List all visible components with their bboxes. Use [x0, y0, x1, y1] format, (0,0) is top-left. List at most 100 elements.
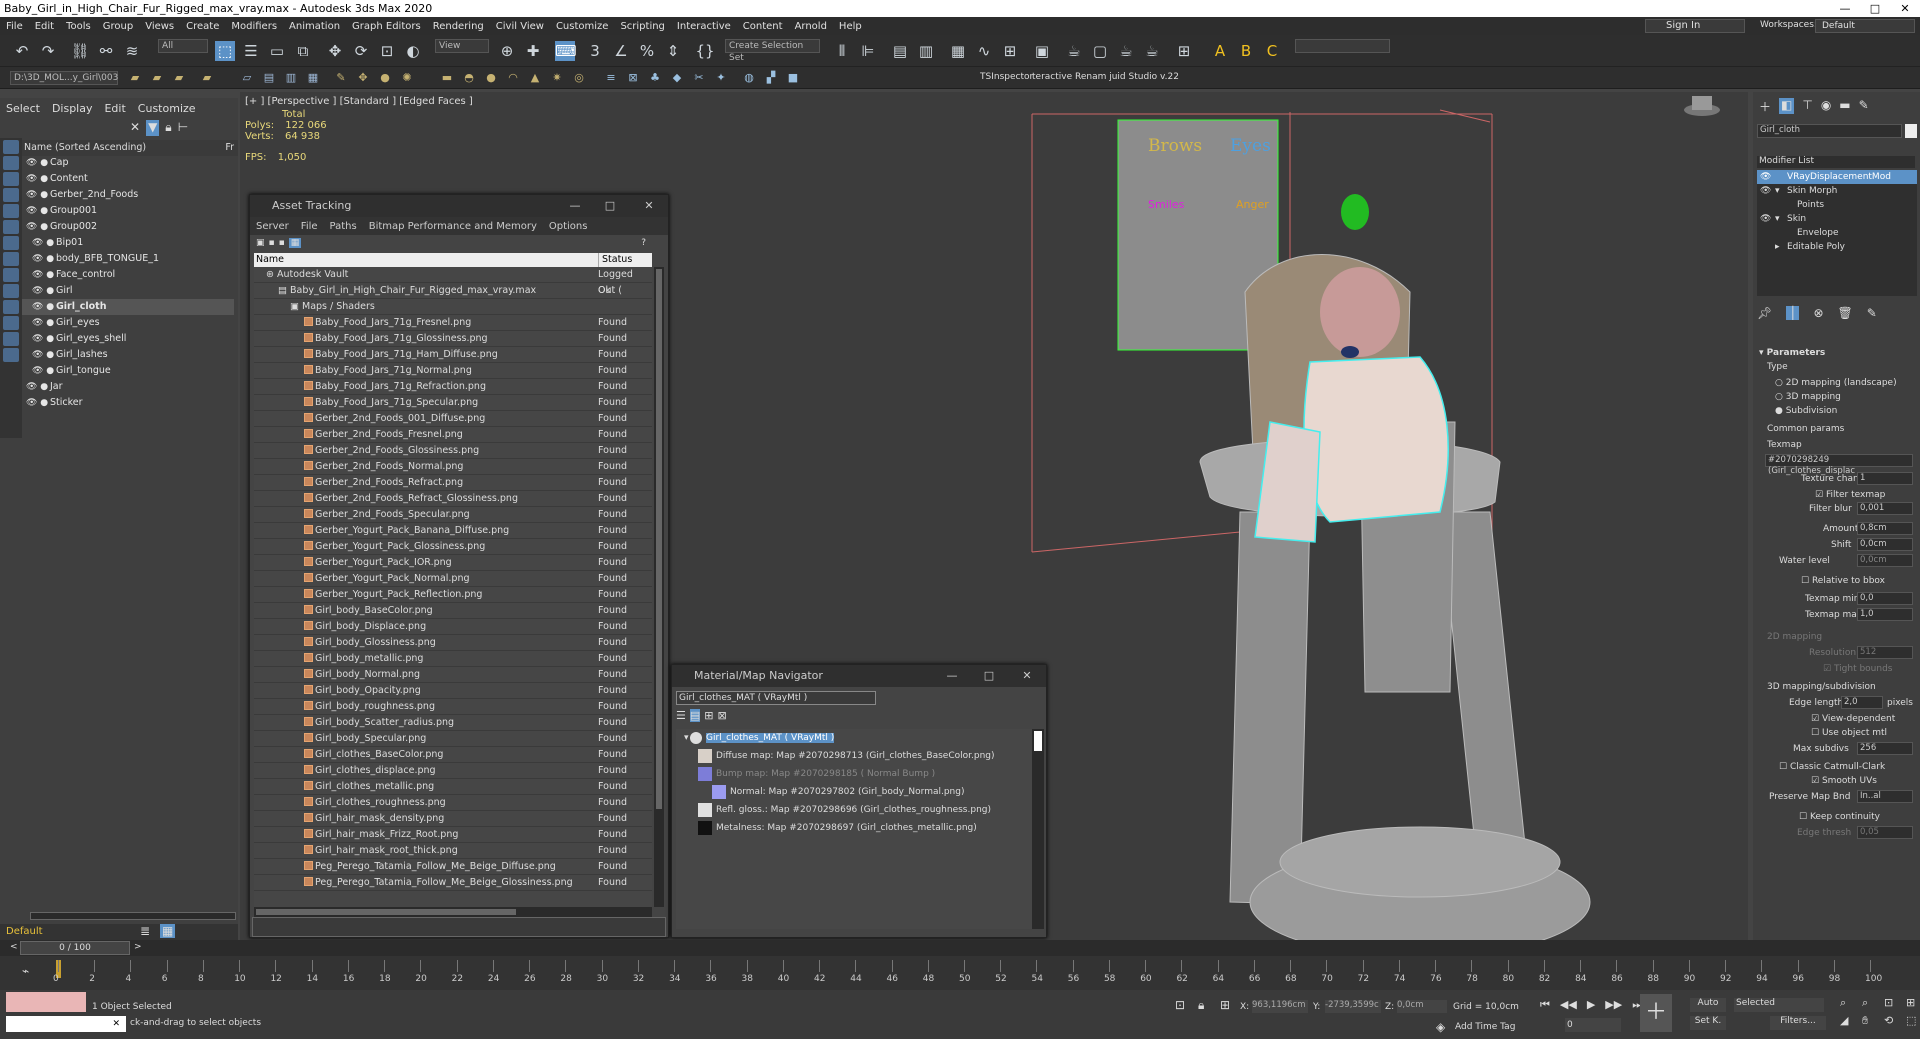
render-grid-icon[interactable]: ⊞ [1174, 41, 1194, 61]
asset-minimize-button[interactable]: — [560, 195, 590, 217]
visibility-icon[interactable]: 👁︎ ● [26, 187, 48, 203]
zoom-icon[interactable]: ⌕ [1840, 996, 1858, 1010]
matnav-large-icons-icon[interactable]: ⊞ [704, 709, 713, 722]
asset-row[interactable]: Gerber_Yogurt_Pack_IOR.png Found [254, 555, 652, 571]
asset-row[interactable]: Baby_Food_Jars_71g_Fresnel.png Found [254, 315, 652, 331]
asset-row[interactable]: Girl_clothes_roughness.png Found [254, 795, 652, 811]
asset-row[interactable]: Gerber_Yogurt_Pack_Banana_Diffuse.png Fou… [254, 523, 652, 539]
modifier-stack-item[interactable]: 👁︎ VRayDisplacementMod [1757, 170, 1917, 184]
tab-select[interactable]: Select [0, 102, 46, 115]
pan-icon[interactable]: ✋︎ [1862, 1014, 1880, 1028]
matnav-vscroll[interactable] [1032, 729, 1044, 929]
edge-thresh-spinner[interactable]: 0,05 [1857, 826, 1913, 839]
filter-none-icon[interactable] [3, 348, 19, 362]
snaps-toggle-icon[interactable]: 3 [585, 41, 605, 61]
isolate-icon[interactable]: ⊡ [1175, 998, 1185, 1012]
menu-help[interactable]: Help [833, 21, 868, 32]
x-coordinate-field[interactable]: 963,1196cm [1252, 1000, 1308, 1013]
asset-row[interactable]: Girl_hair_mask_density.png Found [254, 811, 652, 827]
maxscript-listener-mini[interactable] [6, 992, 86, 1012]
modifier-stack-item[interactable]: Points [1757, 198, 1917, 212]
asset-col-name[interactable]: Name [256, 253, 284, 267]
scene-item[interactable]: 👁︎ ● Girl_eyes [22, 315, 234, 331]
motion-tab-icon[interactable]: ◉ [1821, 98, 1831, 114]
rectangular-selection-icon[interactable]: ▭ [267, 41, 287, 61]
shape-b-icon[interactable]: ▤ [262, 71, 276, 85]
arnold-c-icon[interactable]: C [1262, 41, 1282, 61]
filter-icon[interactable]: ▼ [146, 120, 160, 136]
menu-civil-view[interactable]: Civil View [490, 21, 550, 32]
asset-row-file[interactable]: ▤ Baby_Girl_in_High_Chair_Fur_Rigged_max… [254, 283, 652, 299]
scene-item[interactable]: 👁︎ ● Cap [22, 155, 234, 171]
asset-vscroll[interactable] [654, 267, 664, 907]
keep-continuity-checkbox[interactable]: ☐ Keep continuity [1799, 812, 1880, 822]
select-by-name-icon[interactable]: ☰ [241, 41, 261, 61]
asset-row[interactable]: Peg_Perego_Tatamia_Follow_Me_Beige_Diffu… [254, 859, 652, 875]
asset-row[interactable]: Girl_hair_mask_Frizz_Root.png Found [254, 827, 652, 843]
asset-row[interactable]: Gerber_Yogurt_Pack_Normal.png Found [254, 571, 652, 587]
filter-all-icon[interactable] [3, 332, 19, 346]
angle-snap-icon[interactable]: ∠ [611, 41, 631, 61]
menu-content[interactable]: Content [737, 21, 789, 32]
asset-row[interactable]: Peg_Perego_Tatamia_Follow_Me_Beige_Gloss… [254, 875, 652, 891]
scene-item[interactable]: 👁︎ ● Jar [22, 379, 234, 395]
asset-row[interactable]: Gerber_2nd_Foods_Refract.png Found [254, 475, 652, 491]
menu-animation[interactable]: Animation [283, 21, 346, 32]
filter-container-icon[interactable] [3, 284, 19, 298]
select-object-icon[interactable]: ⬚ [215, 41, 235, 61]
shift-spinner[interactable]: 0,0cm [1857, 538, 1913, 551]
create-tab-icon[interactable]: ＋ [1759, 98, 1771, 114]
sun-icon[interactable]: ● [484, 71, 498, 85]
tab-edit[interactable]: Edit [98, 102, 131, 115]
ring-icon[interactable]: ◎ [572, 71, 586, 85]
asset-col-status[interactable]: Status [598, 253, 632, 267]
zoom-extents-icon[interactable]: ⊡ [1884, 996, 1902, 1010]
asset-row[interactable]: Gerber_2nd_Foods_Specular.png Found [254, 507, 652, 523]
matnav-close-button[interactable]: ✕ [1012, 665, 1042, 687]
viewport-label[interactable]: [+ ] [Perspective ] [Standard ] [Edged F… [245, 96, 473, 107]
visibility-icon[interactable]: 👁︎ ● [26, 219, 48, 235]
render-setup-icon[interactable]: ☕ [1064, 41, 1084, 61]
named-selection-dropdown[interactable]: Create Selection Set [725, 39, 820, 63]
scene-item[interactable]: 👁︎ ● Girl_tongue [22, 363, 234, 379]
menu-customize[interactable]: Customize [550, 21, 615, 32]
texture-chan-spinner[interactable]: 1 [1857, 472, 1913, 485]
texmap-button[interactable]: #2070298249 (Girl_clothes_displac [1765, 454, 1913, 476]
scene-item[interactable]: 👁︎ ● Girl_eyes_shell [22, 331, 234, 347]
modifier-stack-item[interactable]: Envelope [1757, 226, 1917, 240]
decal-icon[interactable]: ✦ [714, 71, 728, 85]
filter-shape-icon[interactable] [3, 156, 19, 170]
modify-tab-icon[interactable]: ◧ [1779, 98, 1795, 114]
renamer-button[interactable]: teractive Renam juid Studio v.22 [1032, 72, 1179, 82]
asset-row[interactable]: Baby_Food_Jars_71g_Specular.png Found [254, 395, 652, 411]
clear-icon[interactable]: ✕ [130, 120, 140, 136]
pin-stack-icon[interactable]: 📌︎ [1757, 306, 1772, 320]
asset-row[interactable]: Gerber_2nd_Foods_Normal.png Found [254, 459, 652, 475]
configure-modifier-sets-icon[interactable]: ✎ [1867, 306, 1877, 320]
maximize-viewport-icon[interactable]: ⬚ [1906, 1014, 1920, 1028]
visibility-icon[interactable]: 👁︎ ● [32, 267, 54, 283]
asset-refresh-icon[interactable]: ▣ [256, 238, 265, 248]
menu-modifiers[interactable]: Modifiers [225, 21, 283, 32]
asset-close-button[interactable]: ✕ [634, 195, 664, 217]
object-color-swatch[interactable] [1905, 124, 1917, 138]
scene-item[interactable]: 👁︎ ● Content [22, 171, 234, 187]
matnav-small-icons-icon[interactable]: ▤ [689, 709, 701, 722]
matnav-map-row[interactable]: Normal: Map #2070297802 (Girl_body_Norma… [676, 783, 1032, 801]
scene-item[interactable]: 👁︎ ● Girl_lashes [22, 347, 234, 363]
asset-row[interactable]: Girl_hair_mask_root_thick.png Found [254, 843, 652, 859]
filter-xref-icon[interactable] [3, 252, 19, 266]
menu-file[interactable]: File [0, 21, 29, 32]
menu-arnold[interactable]: Arnold [789, 21, 833, 32]
rendered-frame-window-icon[interactable]: ▢ [1090, 41, 1110, 61]
scene-item[interactable]: 👁︎ ● Group001 [22, 203, 234, 219]
asset-row[interactable]: Girl_clothes_BaseColor.png Found [254, 747, 652, 763]
asset-row[interactable]: Girl_body_Opacity.png Found [254, 683, 652, 699]
utilities-tab-icon[interactable]: ✎ [1859, 98, 1869, 114]
asset-hscroll[interactable] [254, 907, 652, 917]
modifier-toggle-icon[interactable]: 👁︎ [1760, 212, 1771, 226]
visibility-icon[interactable]: 👁︎ ● [32, 235, 54, 251]
light-icon[interactable]: ▬ [440, 71, 454, 85]
asset-row[interactable]: Girl_body_Specular.png Found [254, 731, 652, 747]
next-frame-icon[interactable]: > [134, 942, 142, 952]
